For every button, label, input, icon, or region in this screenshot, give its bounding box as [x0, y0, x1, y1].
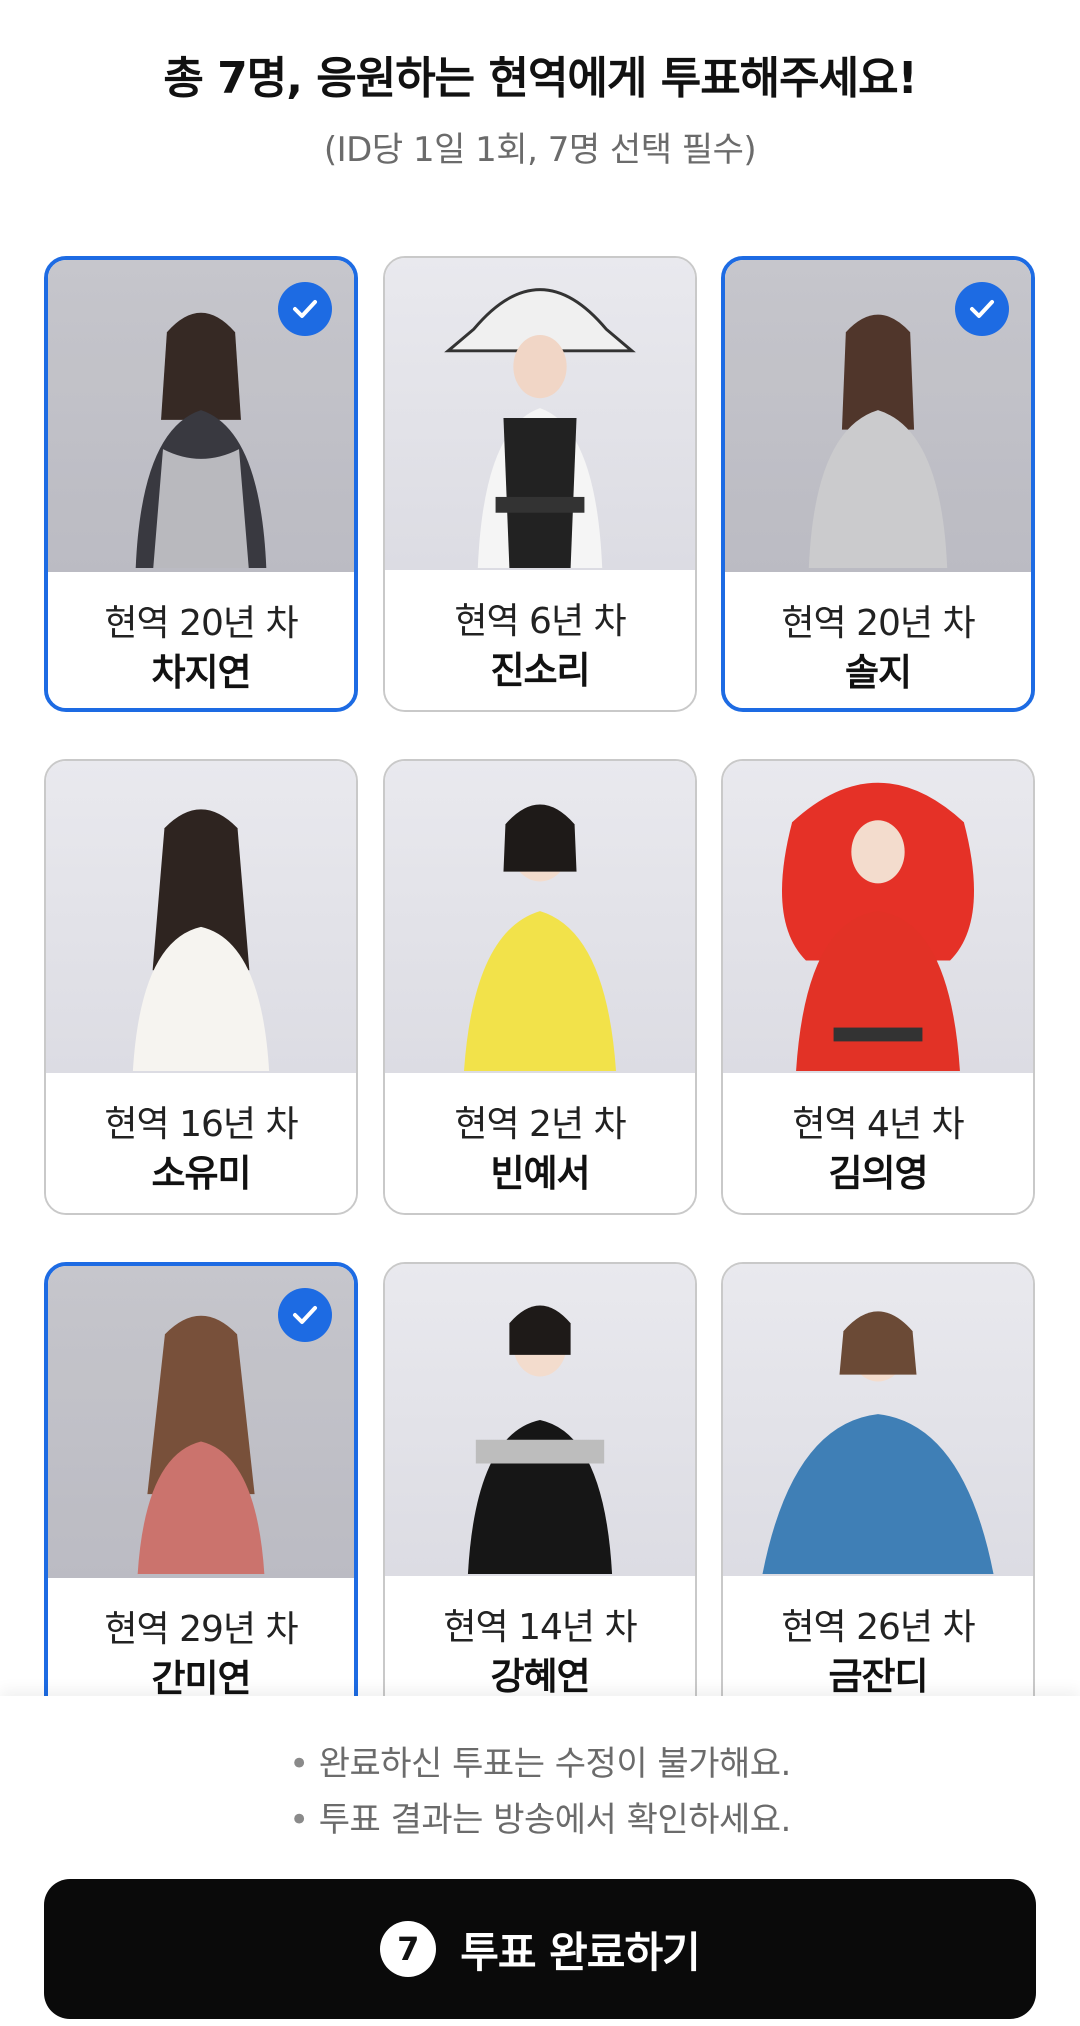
- notice-item: • 투표 결과는 방송에서 확인하세요.: [289, 1800, 791, 1840]
- candidate-name: 간미연: [151, 1657, 251, 1700]
- notice-list: • 완료하신 투표는 수정이 불가해요. • 투표 결과는 방송에서 확인하세요.: [0, 1736, 1080, 1848]
- candidate-name: 금잔디: [828, 1655, 928, 1698]
- person-silhouette-icon: [463, 804, 617, 1072]
- candidate-card[interactable]: 현역 4년 차 김의영: [721, 759, 1035, 1215]
- bullet-icon: •: [289, 1800, 309, 1840]
- candidate-label: 현역 2년 차 빈예서: [385, 1073, 695, 1213]
- person-silhouette-icon: [132, 809, 270, 1072]
- candidate-photo: [723, 761, 1033, 1073]
- candidate-label: 현역 20년 차 차지연: [48, 572, 354, 708]
- candidate-years: 현역 4년 차: [792, 1104, 964, 1145]
- candidate-name: 강혜연: [490, 1655, 590, 1698]
- candidate-years: 현역 6년 차: [454, 601, 626, 642]
- candidate-name: 김의영: [828, 1152, 928, 1195]
- candidate-label: 현역 26년 차 금잔디: [723, 1576, 1033, 1700]
- footer-panel: • 완료하신 투표는 수정이 불가해요. • 투표 결과는 방송에서 확인하세요. …: [0, 1696, 1080, 2026]
- notice-item: • 완료하신 투표는 수정이 불가해요.: [289, 1744, 791, 1784]
- candidate-name: 빈예서: [490, 1152, 590, 1195]
- candidate-label: 현역 16년 차 소유미: [46, 1073, 356, 1213]
- candidate-photo: [385, 258, 695, 570]
- candidate-label: 현역 14년 차 강혜연: [385, 1576, 695, 1700]
- candidate-name: 차지연: [151, 651, 251, 694]
- candidate-name: 진소리: [490, 649, 590, 692]
- candidate-card[interactable]: 현역 6년 차 진소리: [383, 256, 697, 712]
- person-silhouette-icon: [467, 1305, 613, 1575]
- selected-count-badge: 7: [380, 1921, 437, 1977]
- candidate-years: 현역 20년 차: [104, 603, 298, 644]
- candidate-card[interactable]: 현역 20년 차 차지연: [44, 256, 358, 712]
- check-icon: [955, 282, 1009, 336]
- check-icon: [278, 1288, 332, 1342]
- candidate-years: 현역 29년 차: [104, 1609, 298, 1650]
- candidate-card[interactable]: 현역 29년 차 간미연: [44, 1262, 358, 1700]
- candidate-name: 솔지: [844, 651, 912, 694]
- candidate-years: 현역 14년 차: [443, 1607, 637, 1648]
- submit-label: 투표 완료하기: [460, 1927, 700, 1977]
- candidate-years: 현역 16년 차: [104, 1104, 298, 1145]
- candidate-card[interactable]: 현역 26년 차 금잔디: [721, 1262, 1035, 1700]
- candidate-photo: [46, 761, 356, 1073]
- candidate-photo: [723, 1264, 1033, 1576]
- candidate-years: 현역 20년 차: [781, 603, 975, 644]
- person-silhouette-icon: [762, 1311, 994, 1575]
- check-icon: [278, 282, 332, 336]
- candidate-years: 현역 2년 차: [454, 1104, 626, 1145]
- candidate-label: 현역 20년 차 솔지: [725, 572, 1031, 708]
- candidate-card[interactable]: 현역 14년 차 강혜연: [383, 1262, 697, 1700]
- candidate-grid: 현역 20년 차 차지연 현역 6년 차 진소리 현역 20년 차 솔지 현역 …: [0, 0, 1080, 1700]
- candidate-card[interactable]: 현역 20년 차 솔지: [721, 256, 1035, 712]
- candidate-years: 현역 26년 차: [781, 1607, 975, 1648]
- candidate-photo: [385, 1264, 695, 1576]
- candidate-photo: [385, 761, 695, 1073]
- submit-vote-button[interactable]: 7 투표 완료하기: [44, 1879, 1036, 2019]
- candidate-card[interactable]: 현역 16년 차 소유미: [44, 759, 358, 1215]
- candidate-card[interactable]: 현역 2년 차 빈예서: [383, 759, 697, 1215]
- candidate-label: 현역 29년 차 간미연: [48, 1578, 354, 1700]
- candidate-label: 현역 4년 차 김의영: [723, 1073, 1033, 1213]
- person-silhouette-icon: [444, 288, 636, 569]
- candidate-label: 현역 6년 차 진소리: [385, 570, 695, 710]
- candidate-name: 소유미: [151, 1152, 251, 1195]
- bullet-icon: •: [289, 1744, 309, 1784]
- person-silhouette-icon: [781, 782, 975, 1072]
